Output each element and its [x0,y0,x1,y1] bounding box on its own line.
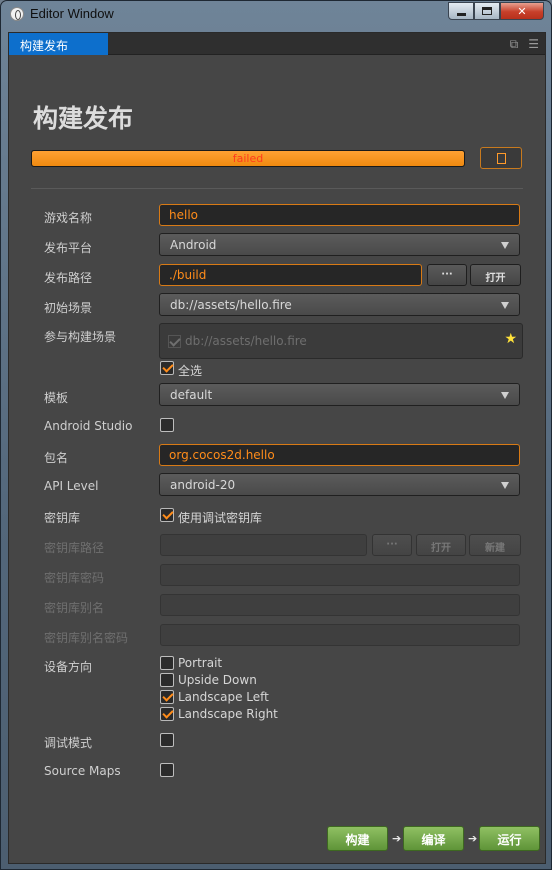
progress-status: failed [232,152,264,165]
scene-checkbox [168,334,181,348]
tab-bar: 构建发布 ⧉ ☰ [9,33,545,55]
client-area: 构建发布 ⧉ ☰ 构建发布 failed 游戏名称 hello 发布平台 And… [8,32,546,864]
window-title: Editor Window [30,6,114,21]
game-name-input[interactable]: hello [159,204,520,226]
orientation-landscape-right-label: Landscape Right [178,707,278,721]
dropdown-arrow-icon [501,302,509,309]
scene-path: db://assets/hello.fire [185,334,307,348]
build-panel: 构建发布 failed 游戏名称 hello 发布平台 Android 发布路径… [9,55,545,863]
keystore-alias-input [160,594,520,616]
close-icon: ✕ [517,4,527,18]
caption-buttons: ✕ [448,2,544,20]
keystore-alias-label: 密钥库别名 [44,601,105,615]
app-icon [10,7,24,21]
popout-icon[interactable]: ⧉ [510,37,519,52]
dropdown-arrow-icon [501,392,509,399]
android-studio-checkbox[interactable] [160,418,174,432]
build-path-label: 发布路径 [44,271,93,285]
start-scene-value: db://assets/hello.fire [170,298,292,312]
orientation-upside-down-checkbox[interactable] [160,673,174,687]
template-select[interactable]: default [159,383,520,406]
build-path-input[interactable]: ./build [159,264,422,286]
orientation-label: 设备方向 [44,660,93,674]
debug-mode-checkbox[interactable] [160,733,174,747]
build-button[interactable]: 构建 [327,826,388,851]
api-level-label: API Level [44,479,99,493]
platform-value: Android [170,238,217,252]
minimize-button[interactable] [448,2,474,20]
tab-bar-icons: ⧉ ☰ [510,37,539,52]
keystore-password-input [160,564,520,586]
package-name-input[interactable]: org.cocos2d.hello [159,444,520,466]
document-icon [496,152,506,164]
template-value: default [170,388,213,402]
menu-icon[interactable]: ☰ [528,37,539,52]
scene-list: db://assets/hello.fire ★ [159,323,523,359]
api-level-select[interactable]: android-20 [159,473,520,496]
debug-mode-label: 调试模式 [44,736,93,750]
android-studio-label: Android Studio [44,419,133,433]
use-debug-keystore-label: 使用调试密钥库 [178,511,263,525]
dropdown-arrow-icon [501,482,509,489]
keystore-alias-password-label: 密钥库别名密码 [44,631,129,645]
source-maps-label: Source Maps [44,764,121,778]
keystore-alias-password-input [160,624,520,646]
keystore-path-label: 密钥库路径 [44,541,105,555]
page-title: 构建发布 [33,104,134,133]
select-all-checkbox[interactable] [160,361,174,375]
close-button[interactable]: ✕ [500,2,544,20]
keystore-new-button: 新建 [469,534,521,556]
build-progress-bar: failed [31,150,465,167]
keystore-path-input [160,534,367,556]
scenes-label: 参与构建场景 [44,330,117,344]
start-scene-label: 初始场景 [44,301,93,315]
start-scene-select[interactable]: db://assets/hello.fire [159,293,520,316]
platform-select[interactable]: Android [159,233,520,256]
title-bar[interactable]: Editor Window ✕ [1,1,551,29]
divider [31,188,523,189]
build-path-browse-button[interactable]: ··· [427,264,467,286]
orientation-landscape-left-checkbox[interactable] [160,690,174,704]
api-level-value: android-20 [170,478,236,492]
orientation-landscape-left-label: Landscape Left [178,690,269,704]
orientation-landscape-right-checkbox[interactable] [160,707,174,721]
minimize-icon [456,12,466,16]
arrow-right-icon: ➔ [392,832,402,845]
orientation-portrait-checkbox[interactable] [160,656,174,670]
open-log-button[interactable] [480,147,522,169]
scene-list-item: db://assets/hello.fire [168,334,307,348]
tab-build[interactable]: 构建发布 [9,33,108,55]
keystore-password-label: 密钥库密码 [44,571,105,585]
template-label: 模板 [44,391,69,405]
run-button[interactable]: 运行 [479,826,540,851]
dropdown-arrow-icon [501,242,509,249]
orientation-portrait-label: Portrait [178,656,223,670]
arrow-right-icon: ➔ [468,832,478,845]
source-maps-checkbox[interactable] [160,763,174,777]
maximize-icon [482,7,492,15]
keystore-label: 密钥库 [44,511,81,525]
game-name-label: 游戏名称 [44,211,93,225]
package-name-label: 包名 [44,451,69,465]
keystore-open-button: 打开 [416,534,466,556]
orientation-upside-down-label: Upside Down [178,673,257,687]
select-all-label: 全选 [178,364,203,378]
platform-label: 发布平台 [44,241,93,255]
keystore-browse-button: ··· [372,534,412,556]
use-debug-keystore-checkbox[interactable] [160,508,174,522]
star-icon: ★ [504,331,517,347]
maximize-button[interactable] [474,2,500,20]
compile-button[interactable]: 编译 [403,826,464,851]
build-path-open-button[interactable]: 打开 [470,264,521,286]
window-frame: Editor Window ✕ 构建发布 ⧉ ☰ 构建发布 failed 游戏名… [0,0,552,870]
